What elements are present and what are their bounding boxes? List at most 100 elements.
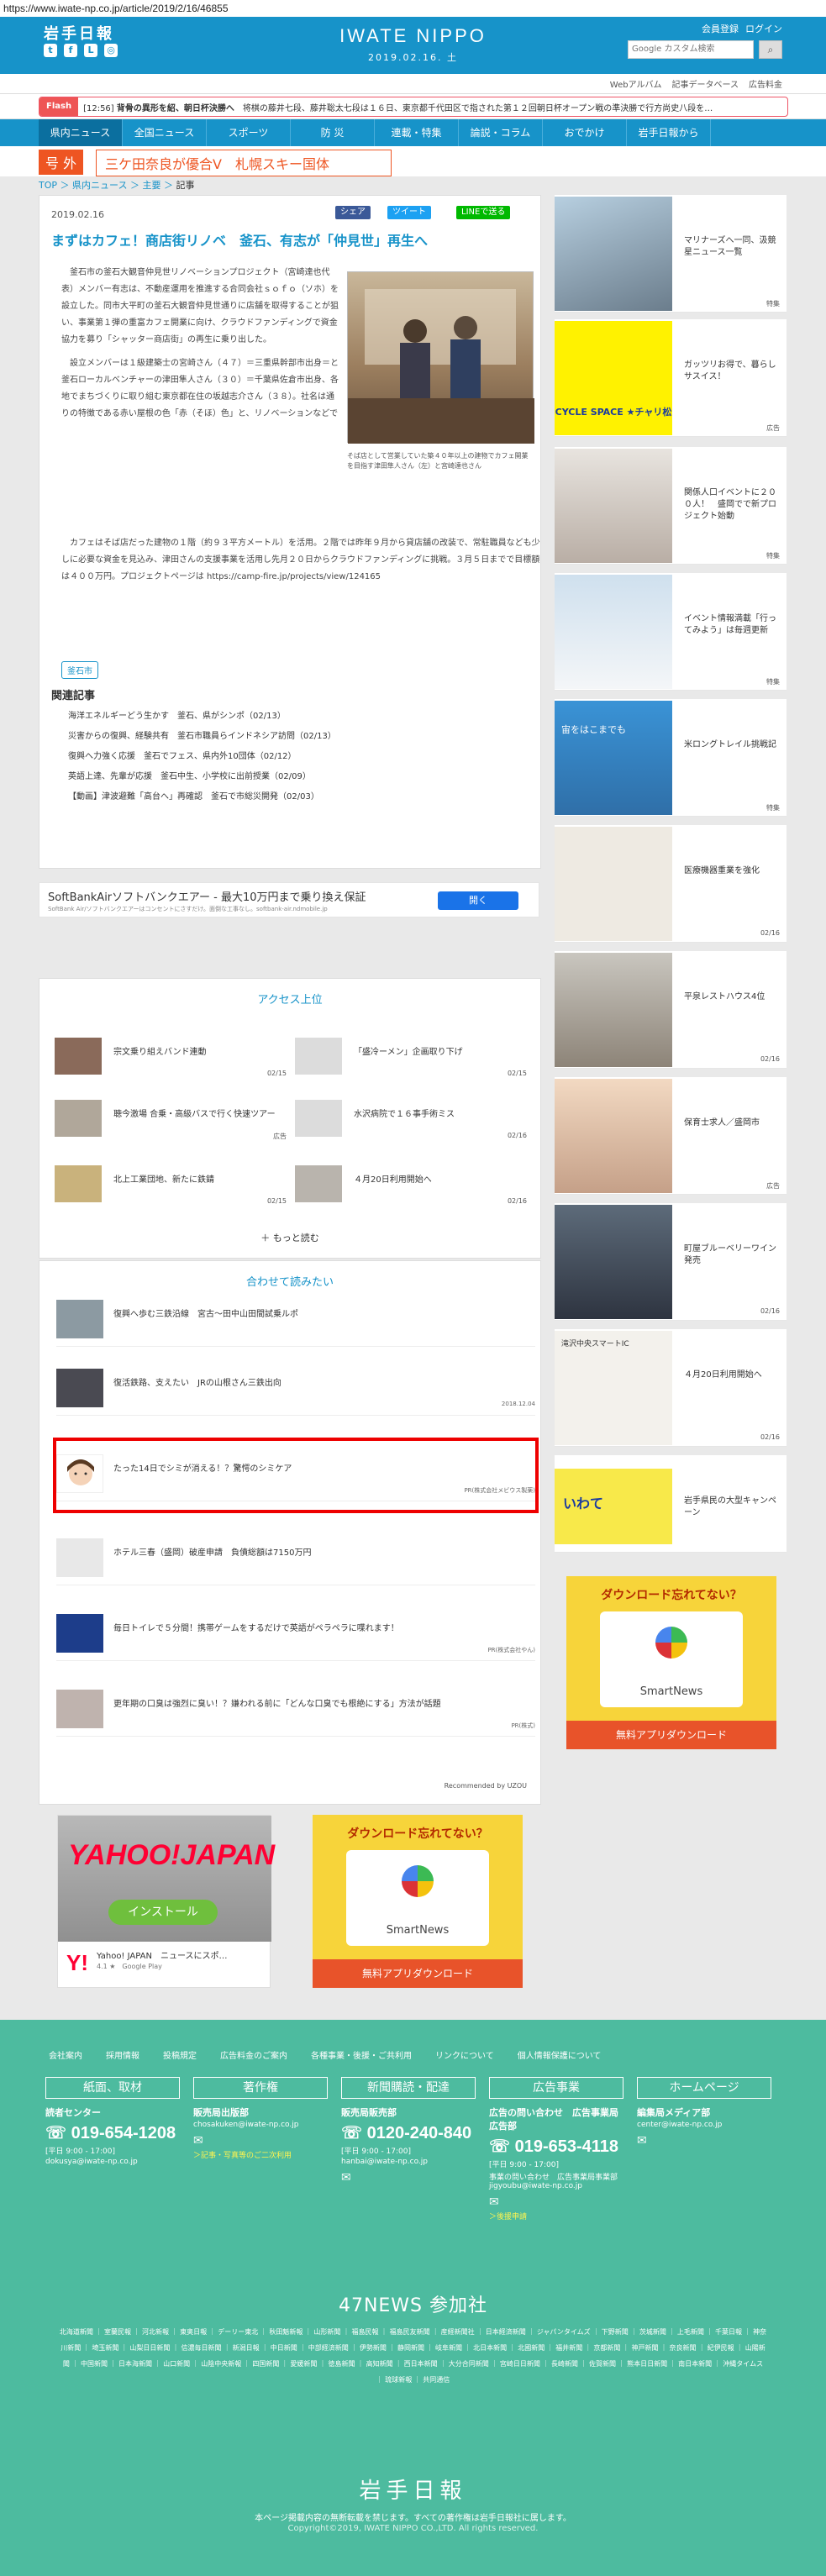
smartnews-ad-sidebar[interactable]: ダウンロード忘れてない？ SmartNews 無料アプリダウンロード [566,1576,776,1749]
twitter-share-button[interactable]: ツイート [387,206,431,219]
footer-link[interactable]: 投稿規定 [163,2048,197,2061]
install-button[interactable]: インストール [108,1900,218,1925]
recommend-item[interactable]: 毎日トイレで５分間！携帯ゲームをするだけで英語がペラペラに喋れます！ PR(株式… [56,1609,535,1661]
sidebar-text: マリナーズへ一同、汲競星ニュース一覧 [684,236,776,257]
footer-link[interactable]: 広告料金のご案内 [220,2048,287,2061]
footer-link[interactable]: 採用情報 [106,2048,139,2061]
related-link[interactable]: 英語上達、先輩が応援 釜石中生、小学校に出前授業（02/09） [68,767,336,787]
sidebar-item[interactable]: CYCLE SPACE ★チャリ松 ガッツリお得で、暮らしサスイス！ 広告 [555,319,787,437]
footer-mail[interactable]: chosakuken@iwate-np.co.jp [193,2121,328,2129]
nav-sports[interactable]: スポーツ [207,119,291,146]
flash-ticker[interactable]: Flash [12:56] 背骨の異形を紹、朝日杯決勝へ 将棋の藤井七段、藤井聡… [39,97,788,117]
sidebar-item[interactable]: 平泉レストハウス4位 02/16 [555,951,787,1069]
yahoo-app-ad[interactable]: YAHOO!JAPAN インストール Y! Yahoo! JAPAN ニュースに… [57,1815,275,1988]
sidebar-item[interactable]: 関係人口イベントに２００人！ 盛岡でで新プロジェクト始動 特集 [555,447,787,565]
sidebar-item[interactable]: 保育士求人／盛岡市 広告 [555,1077,787,1195]
recommend-title: 毎日トイレで５分間！携帯ゲームをするだけで英語がペラペラに喋れます！ [113,1624,399,1633]
sidebar-item[interactable]: 宙をはこまでも 米ロングトレイル挑戦記 特集 [555,699,787,817]
sidebar-item[interactable]: 滝沢中央スマートIC ４月20日利用開始へ 02/16 [555,1329,787,1447]
phone-line[interactable]: ☏ 019-654-1208 [45,2122,180,2143]
sidebar-meta: 02/16 [760,1433,780,1441]
line-share-button[interactable]: LINEで送る [456,206,511,219]
ranking-item[interactable]: 「盛冷ーメン」企画取り下げ 02/15 [295,1038,527,1080]
ad-open-button[interactable]: 開く [438,891,518,910]
related-link[interactable]: 海洋エネルギーどう生かす 釜石、県がシンポ（02/13） [68,707,336,727]
footer-mail[interactable]: 事業の問い合わせ 広告事業局事業部 jigyoubu@iwate-np.co.j… [489,2171,625,2190]
sidebar-meta: 特集 [766,552,780,560]
article-paragraph: カフェはそば店だった建物の１階（約９３平方メートル）を活用。２階では昨年９月から… [61,539,540,581]
plus-icon: ＋ [260,1233,271,1243]
sidebar-item[interactable]: マリナーズへ一同、汲競星ニュース一覧 特集 [555,195,787,313]
smartnews-download-button[interactable]: 無料アプリダウンロード [566,1721,776,1749]
related-link[interactable]: 災害からの復興、経験共有 釜石市職員らインドネシア訪問（02/13） [68,727,336,747]
recommend-item[interactable]: 復興へ歩む三鉄沿線 宮古～田中山田間試乗ルポ [56,1295,535,1347]
ranking-thumb [295,1100,342,1137]
footer-logo[interactable]: 岩手日報 [0,2473,826,2505]
login-link[interactable]: ログイン [745,22,782,35]
nav-from-iwate[interactable]: 岩手日報から [627,119,711,146]
ranking-item[interactable]: 宗文乗り組えバンド連動 02/15 [55,1038,287,1080]
smartnews-heading: ダウンロード忘れてない？ [347,1827,488,1841]
nav-disaster[interactable]: 防 災 [291,119,375,146]
ranking-item[interactable]: 水沢病院で１６事手術ミス 02/16 [295,1100,527,1142]
mail-icon: ✉ [489,2195,499,2209]
database-link[interactable]: 記事データベース [672,77,739,90]
smartnews-name: SmartNews [386,1924,450,1937]
breadcrumb-main[interactable]: 主要 [142,180,160,191]
search-button[interactable]: ⌕ [759,40,782,59]
footer-note[interactable]: ＞記事・写真等のご二次利用 [193,2149,328,2160]
phone-line[interactable]: ☏ 0120-240-840 [341,2122,476,2143]
sidebar-item[interactable]: イベント情報満載「行ってみよう」は毎週更新 特集 [555,573,787,691]
more-button[interactable]: ＋ もっと読む [39,1231,540,1244]
nav-column[interactable]: 論説・コラム [459,119,543,146]
ranking-item[interactable]: 聴今激場 合乗・高級バスで行く快速ツアー 広告 [55,1100,287,1142]
recommend-meta: PR(株式会社やん) [487,1647,535,1653]
related-link[interactable]: 復興へ力強く応援 釜石でフェス、県内外10団体（02/12） [68,747,336,767]
footer-mail[interactable]: dokusya@iwate-np.co.jp [45,2158,180,2166]
recommend-item[interactable]: 更年期の口臭は強烈に臭い！？嫌われる前に「どんな口臭でも根絶にする」方法が話題 … [56,1685,535,1737]
register-link[interactable]: 会員登録 [702,22,739,35]
sidebar-text: イベント情報満載「行ってみよう」は毎週更新 [684,614,776,635]
smartnews-ad-main[interactable]: ダウンロード忘れてない？ SmartNews 無料アプリダウンロード [313,1815,523,1988]
facebook-share-button[interactable]: シェア [335,206,371,219]
breadcrumb-prefecture[interactable]: 県内ニュース [72,180,127,191]
footer-note[interactable]: ＞後援申請 [489,2211,623,2221]
ranking-item[interactable]: 北上工業団地、新たに鉄錆 02/15 [55,1165,287,1207]
sidebar-item[interactable]: 町屋ブルーベリーワイン発売 02/16 [555,1203,787,1321]
phone-line[interactable]: ☏ 019-653-4118 [489,2136,623,2157]
recommend-item[interactable]: ホテル三春（盛岡）破産申請 負債総額は7150万円 [56,1533,535,1585]
softbank-ad[interactable]: SoftBankAirソフトバンクエアー - 最大10万円まで乗り換え保証 So… [39,882,539,917]
ranking-date: 02/15 [507,1070,527,1077]
nav-prefecture[interactable]: 県内ニュース [39,119,123,146]
yahoo-caption: Yahoo! JAPAN ニュースにスポ… [97,1952,228,1961]
ranking-item[interactable]: ４月20日利用開始へ 02/16 [295,1165,527,1207]
sidebar-item[interactable]: いわて 岩手県民の大型キャンペーン [555,1455,787,1553]
extra-link[interactable]: 三ケ田奈良が優合V 札幌スキー国体 [96,150,392,176]
news47-papers[interactable]: 北海道新聞 ｜ 室蘭民報 ｜ 河北新報 ｜ 東奥日報 ｜ デーリー東北 ｜ 秋田… [59,2324,767,2388]
sidebar-item[interactable]: 医療機器重業を強化 02/16 [555,825,787,943]
article-body-wide: カフェはそば店だった建物の１階（約９３平方メートル）を活用。２階では昨年９月から… [61,535,540,591]
related-link[interactable]: 【動画】津波避難「高台へ」再確認 釜石で市総災開発（02/03） [68,787,336,807]
footer-link[interactable]: リンクについて [435,2048,494,2061]
nav-outing[interactable]: おでかけ [543,119,627,146]
browser-url[interactable]: https://www.iwate-np.co.jp/article/2019/… [0,0,826,17]
ranking-title: 北上工業団地、新たに鉄錆 [113,1175,214,1185]
web-album-link[interactable]: Webアルバム [610,77,662,90]
ad-rate-link[interactable]: 広告料金 [749,77,782,90]
article-photo[interactable] [347,271,534,444]
breadcrumb-top[interactable]: TOP [39,180,57,191]
search-icon: ⌕ [767,44,774,55]
footer-link[interactable]: 各種事業・後援・ご共利用 [311,2048,412,2061]
footer-link[interactable]: 個人情報保護について [518,2048,602,2061]
uzou-credit[interactable]: Recommended by UZOU [445,1782,527,1790]
tag-kamaishi[interactable]: 釜石市 [61,661,98,679]
search-input[interactable]: Google カスタム検索 [628,40,754,59]
nav-series[interactable]: 連載・特集 [375,119,459,146]
footer-col-homepage: ホームページ 編集局メディア部 center@iwate-np.co.jp ✉ [637,2077,771,2148]
smartnews-download-button[interactable]: 無料アプリダウンロード [313,1959,523,1988]
nav-national[interactable]: 全国ニュース [123,119,207,146]
recommend-item[interactable]: 復活鉄路、支えたい JRの山根さん三鉄出向 2018.12.04 [56,1364,535,1416]
footer-mail[interactable]: center@iwate-np.co.jp [637,2121,771,2129]
footer-link[interactable]: 会社案内 [49,2048,82,2061]
footer-mail[interactable]: hanbai@iwate-np.co.jp [341,2158,476,2166]
